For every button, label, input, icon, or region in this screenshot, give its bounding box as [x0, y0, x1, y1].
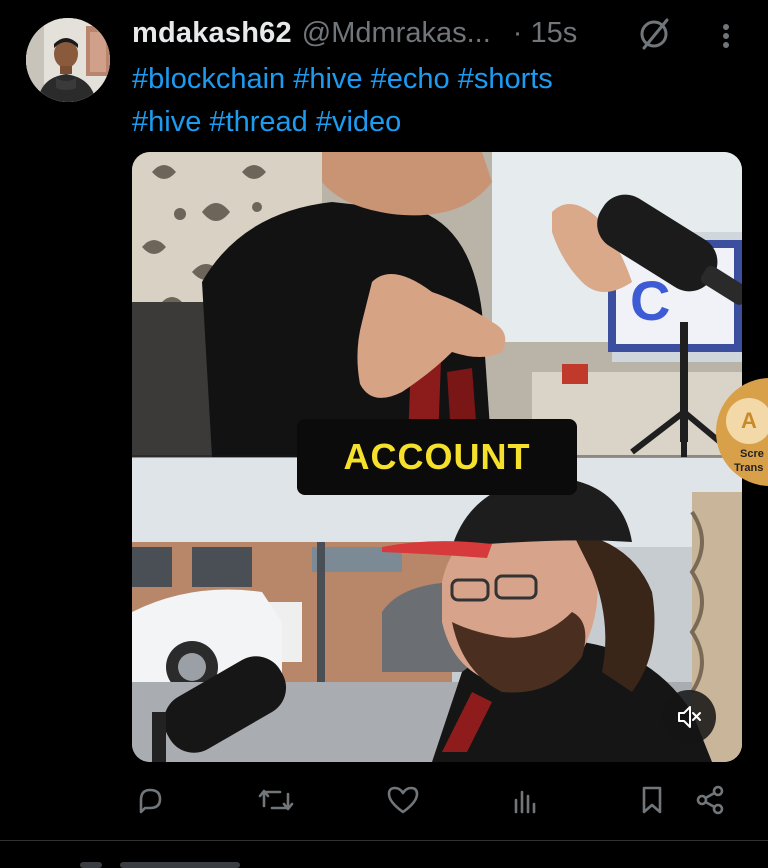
views-button[interactable]	[505, 780, 545, 820]
post-text: #blockchain #hive #echo #shorts #hive #t…	[132, 58, 692, 144]
bookmark-icon	[642, 786, 662, 814]
video-caption: ACCOUNT	[297, 419, 577, 495]
repost-icon	[258, 789, 294, 811]
post-text-line-2: #hive #thread #video	[132, 101, 692, 144]
action-bar	[0, 780, 768, 824]
mute-button[interactable]	[662, 690, 716, 744]
reply-icon	[139, 788, 162, 814]
post-header: mdakash62 @Mdmrakas... · 15s	[132, 14, 577, 52]
more-options-icon[interactable]	[712, 18, 740, 54]
handle[interactable]: @Mdmrakas...	[302, 17, 491, 50]
reply-button[interactable]	[130, 780, 170, 820]
video-player[interactable]: C ACCOUNT	[132, 152, 742, 762]
repost-button[interactable]	[256, 780, 296, 820]
next-post-peek	[60, 852, 360, 868]
like-icon	[387, 786, 419, 814]
post-divider	[0, 840, 768, 841]
display-name[interactable]: mdakash62	[132, 17, 292, 50]
post-text-line-1: #blockchain #hive #echo #shorts	[132, 58, 692, 101]
views-icon	[514, 790, 536, 814]
hashtag-link[interactable]: #hive	[293, 63, 362, 95]
hashtag-link[interactable]: #echo	[371, 63, 450, 95]
post[interactable]: mdakash62 @Mdmrakas... · 15s #blockchain…	[0, 0, 768, 868]
hashtag-link[interactable]: #shorts	[458, 63, 553, 95]
timestamp[interactable]: · 15s	[513, 17, 577, 50]
hashtag-link[interactable]: #blockchain	[132, 63, 285, 95]
share-icon	[696, 785, 724, 815]
hashtag-link[interactable]: #video	[316, 106, 401, 138]
avatar-image	[26, 18, 110, 102]
share-button[interactable]	[690, 780, 730, 820]
avatar[interactable]	[26, 18, 110, 102]
hashtag-link[interactable]: #thread	[209, 106, 307, 138]
bookmark-button[interactable]	[632, 780, 672, 820]
translate-letter-icon: A	[726, 398, 768, 444]
muted-speaker-icon	[678, 706, 701, 728]
hashtag-link[interactable]: #hive	[132, 106, 201, 138]
translate-label-line2: Trans	[734, 462, 764, 474]
like-button[interactable]	[383, 780, 423, 820]
translate-label-line1: Scre	[740, 448, 764, 460]
grok-icon[interactable]	[636, 16, 672, 52]
